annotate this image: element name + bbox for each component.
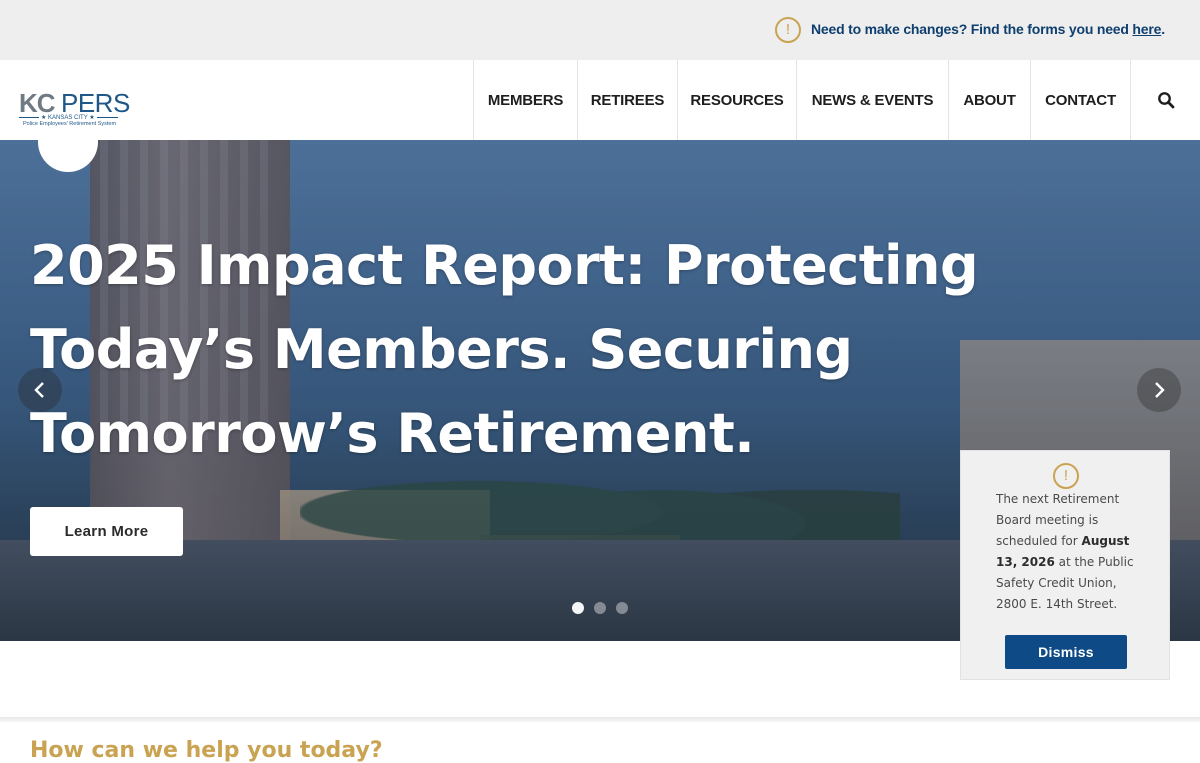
kcpers-logo[interactable]: KC PERS ★ KANSAS CITY ★ Police Employees… bbox=[19, 88, 130, 128]
nav-contact[interactable]: CONTACT bbox=[1030, 60, 1130, 140]
slider-dot[interactable] bbox=[572, 602, 584, 614]
logo-city: ★ KANSAS CITY ★ bbox=[39, 114, 97, 121]
nav-members[interactable]: MEMBERS bbox=[473, 60, 577, 140]
meeting-notice-popup: ! The next Retirement Board meeting is s… bbox=[960, 450, 1170, 680]
section-divider bbox=[0, 717, 1200, 722]
nav-about[interactable]: ABOUT bbox=[948, 60, 1030, 140]
chevron-right-icon bbox=[1155, 382, 1165, 398]
top-notice-bar: ! Need to make changes? Find the forms y… bbox=[0, 0, 1200, 60]
nav-news-events[interactable]: NEWS & EVENTS bbox=[796, 60, 948, 140]
logo-subtitle: Police Employees' Retirement System bbox=[23, 121, 117, 127]
meeting-notice-text: The next Retirement Board meeting is sch… bbox=[996, 489, 1136, 615]
notice-text: Need to make changes? Find the forms you… bbox=[811, 21, 1133, 37]
learn-more-button[interactable]: Learn More bbox=[30, 507, 183, 556]
search-icon bbox=[1157, 92, 1174, 109]
alert-circle-icon: ! bbox=[775, 17, 801, 43]
forms-here-link[interactable]: here bbox=[1132, 21, 1161, 37]
dismiss-button[interactable]: Dismiss bbox=[1005, 635, 1127, 669]
slider-dots bbox=[572, 602, 628, 614]
nav-resources[interactable]: RESOURCES bbox=[677, 60, 796, 140]
slider-next-button[interactable] bbox=[1137, 368, 1181, 412]
nav-retirees[interactable]: RETIREES bbox=[577, 60, 677, 140]
hero-title: 2025 Impact Report: Protecting Today’s M… bbox=[30, 234, 979, 465]
slider-dot[interactable] bbox=[616, 602, 628, 614]
main-nav: MEMBERS RETIREES RESOURCES NEWS & EVENTS… bbox=[473, 60, 1200, 140]
forms-notice: Need to make changes? Find the forms you… bbox=[811, 21, 1165, 37]
search-button[interactable] bbox=[1130, 60, 1200, 140]
slider-prev-button[interactable] bbox=[18, 368, 62, 412]
notice-end: . bbox=[1161, 21, 1165, 37]
alert-circle-icon: ! bbox=[1053, 463, 1079, 489]
help-heading: How can we help you today? bbox=[30, 738, 383, 763]
chevron-left-icon bbox=[34, 382, 44, 398]
slider-dot[interactable] bbox=[594, 602, 606, 614]
